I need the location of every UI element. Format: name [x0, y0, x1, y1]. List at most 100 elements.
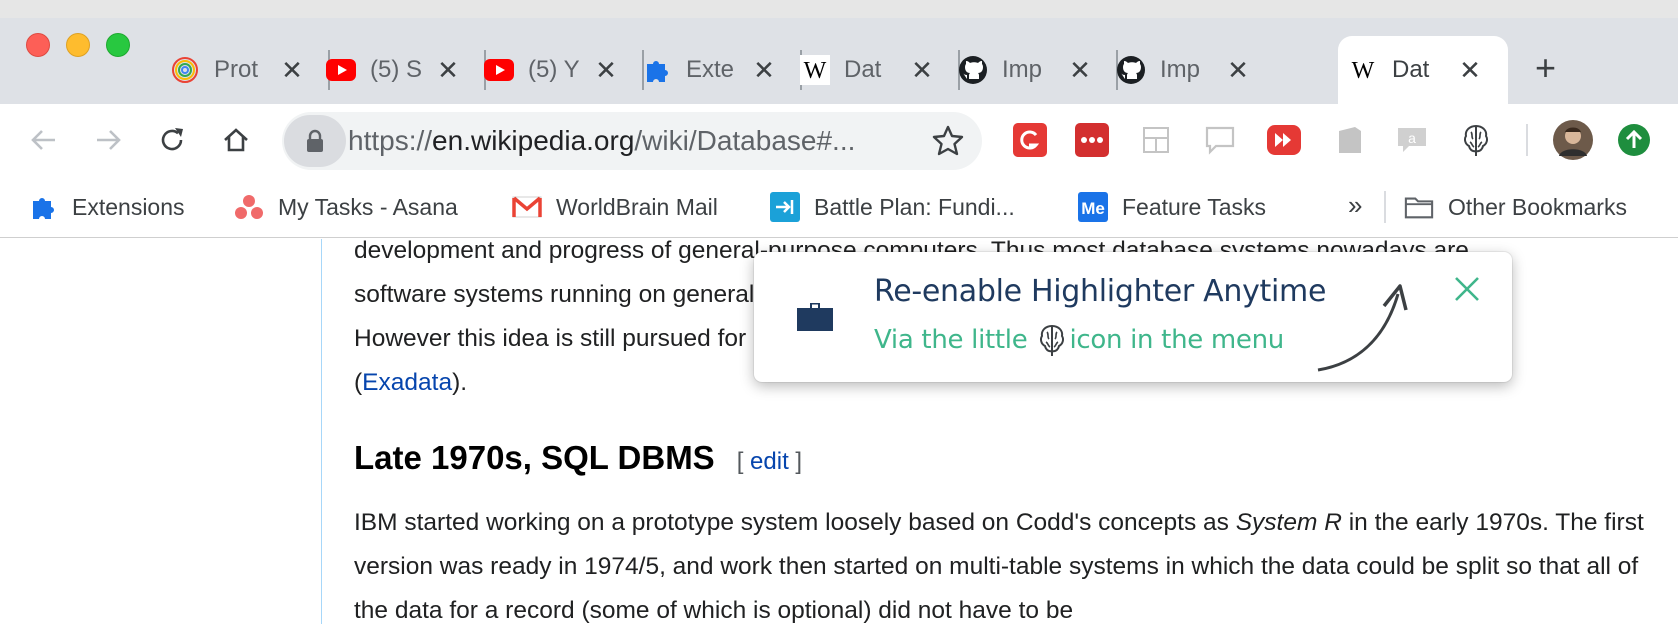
exadata-link[interactable]: Exadata — [362, 369, 452, 396]
bookmarks-overflow-button[interactable]: » — [1348, 190, 1362, 221]
extension-button-4[interactable] — [1200, 120, 1240, 160]
tab-title: Prot — [214, 56, 259, 83]
text-run: IBM started working on a prototype syste… — [354, 509, 1236, 536]
heading-text: Late 1970s, SQL DBMS — [354, 439, 715, 476]
extension-button-6[interactable] — [1330, 120, 1370, 160]
tab-0[interactable]: Prot ✕ — [160, 36, 330, 104]
arrow-left-icon — [31, 130, 55, 150]
battle-plan-icon — [770, 192, 800, 222]
svg-text:W: W — [1352, 58, 1375, 84]
profile-avatar[interactable] — [1552, 119, 1594, 161]
close-tab-icon[interactable]: ✕ — [1224, 55, 1252, 86]
home-button[interactable] — [214, 118, 258, 162]
close-tab-icon[interactable]: ✕ — [750, 55, 778, 86]
address-bar[interactable]: https://en.wikipedia.org/wiki/Database#.… — [282, 112, 982, 170]
extension-button-5[interactable] — [1264, 120, 1304, 160]
arrow-right-icon — [97, 130, 121, 150]
edit-section: [ edit ] — [737, 448, 802, 475]
tab-5[interactable]: Imp ✕ — [948, 36, 1118, 104]
tab-title: Imp — [1160, 56, 1201, 83]
bag-icon — [1339, 127, 1361, 153]
update-button[interactable] — [1614, 120, 1654, 160]
subtitle-text: Via the little — [874, 325, 1028, 355]
close-notification-button[interactable] — [1450, 272, 1484, 306]
window-maximize-button[interactable] — [106, 33, 130, 57]
bookmark-label: WorldBrain Mail — [556, 193, 718, 220]
url-text[interactable]: https://en.wikipedia.org/wiki/Database#.… — [348, 125, 855, 157]
content-border — [321, 239, 322, 624]
close-icon — [1455, 277, 1479, 301]
comment-icon — [1205, 126, 1235, 155]
tab-title: Imp — [1002, 56, 1043, 83]
extension-button-1[interactable] — [1010, 120, 1050, 160]
tab-title: Exte — [686, 56, 735, 83]
tab-title: (5) Y — [528, 56, 580, 83]
new-tab-button[interactable]: + — [1535, 50, 1556, 86]
bookmark-label: My Tasks - Asana — [278, 193, 458, 220]
memex-brain-button[interactable] — [1456, 120, 1496, 160]
tab-7-active[interactable]: W Dat ✕ — [1338, 36, 1508, 104]
close-tab-icon[interactable]: ✕ — [592, 55, 620, 86]
lock-icon — [307, 129, 323, 152]
back-button[interactable] — [22, 118, 66, 162]
bracket: [ — [736, 448, 751, 475]
paren: ). — [452, 369, 468, 396]
tab-3[interactable]: Exte ✕ — [632, 36, 802, 104]
subtitle-text: icon in the menu — [1069, 325, 1284, 355]
bracket: ] — [788, 448, 803, 475]
layout-icon — [1143, 127, 1169, 153]
reload-icon — [161, 128, 183, 151]
avatar-icon — [1553, 120, 1593, 160]
bookmarks-separator — [1384, 191, 1386, 223]
chat-a-icon: a — [1398, 128, 1426, 152]
forward-button[interactable] — [86, 118, 130, 162]
tab-6[interactable]: Imp ✕ — [1106, 36, 1276, 104]
bookmark-feature-tasks[interactable]: Me Feature Tasks — [1078, 190, 1266, 224]
bookmark-battle-plan[interactable]: Battle Plan: Fundi... — [770, 190, 1015, 224]
bookmark-worldbrain-mail[interactable]: WorldBrain Mail — [512, 190, 718, 224]
tab-2[interactable]: (5) Y ✕ — [474, 36, 644, 104]
github-icon — [958, 55, 988, 85]
close-tab-icon[interactable]: ✕ — [434, 55, 462, 86]
other-bookmarks-folder[interactable]: Other Bookmarks — [1404, 190, 1627, 224]
bookmark-extensions[interactable]: Extensions — [28, 190, 185, 224]
bookmark-asana[interactable]: My Tasks - Asana — [234, 190, 458, 224]
close-tab-icon[interactable]: ✕ — [278, 55, 306, 86]
notification-subtitle: Via the little icon in the menu — [874, 322, 1284, 358]
extension-button-3[interactable] — [1136, 120, 1176, 160]
curved-arrow-icon — [1314, 276, 1414, 381]
window-minimize-button[interactable] — [66, 33, 90, 57]
g-icon — [1013, 123, 1047, 157]
notification-title: Re-enable Highlighter Anytime — [874, 274, 1327, 309]
system-r-emphasis: System R — [1235, 509, 1342, 536]
close-tab-icon[interactable]: ✕ — [908, 55, 936, 86]
extension-button-2[interactable] — [1072, 120, 1112, 160]
edit-link[interactable]: edit — [750, 448, 789, 475]
article-paragraph-2: IBM started working on a prototype syste… — [354, 501, 1654, 624]
svg-text:Me: Me — [1081, 199, 1105, 218]
url-host: en.wikipedia.org — [432, 125, 635, 156]
fast-forward-icon — [1267, 125, 1301, 155]
site-info-button[interactable] — [284, 115, 346, 167]
paren: ( — [354, 369, 363, 396]
tab-title: (5) S — [370, 56, 423, 83]
brain-icon — [1037, 322, 1067, 358]
bookmark-label: Feature Tasks — [1122, 193, 1267, 220]
tab-1[interactable]: (5) S ✕ — [316, 36, 486, 104]
window-close-button[interactable] — [26, 33, 50, 57]
star-icon — [932, 125, 964, 156]
asana-icon — [234, 192, 264, 222]
highlighter-notification: Re-enable Highlighter Anytime Via the li… — [754, 252, 1512, 382]
bookmark-star-button[interactable] — [932, 124, 964, 161]
extension-button-7[interactable]: a — [1392, 120, 1432, 160]
url-scheme: https:// — [348, 125, 433, 156]
toolbar-separator — [1526, 124, 1528, 156]
tab-4[interactable]: W Dat ✕ — [790, 36, 960, 104]
wikipedia-icon: W — [1348, 55, 1378, 85]
close-tab-icon[interactable]: ✕ — [1456, 55, 1484, 86]
brain-icon — [1464, 124, 1488, 156]
reload-button[interactable] — [150, 118, 194, 162]
wikipedia-icon: W — [800, 55, 830, 85]
close-tab-icon[interactable]: ✕ — [1066, 55, 1094, 86]
puzzle-icon — [28, 192, 58, 222]
